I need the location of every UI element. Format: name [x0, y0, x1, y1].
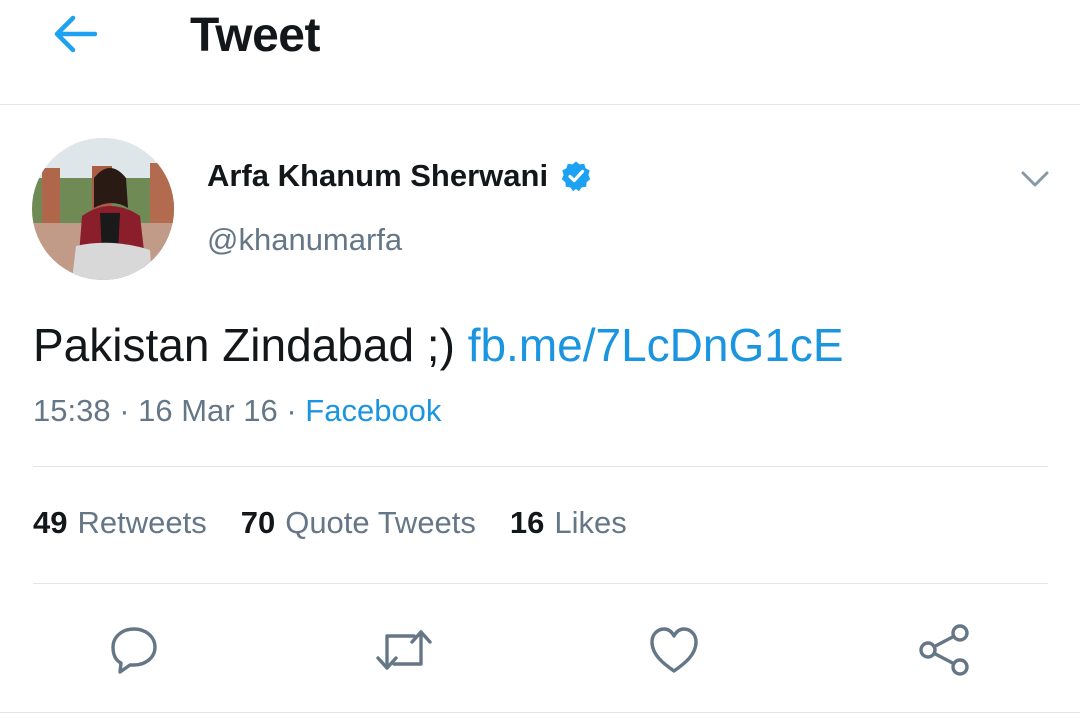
- likes-label: Likes: [554, 505, 627, 540]
- verified-badge-icon: [561, 161, 591, 192]
- quote-tweets-count: 70: [240, 505, 276, 540]
- likes-stat[interactable]: 16 Likes: [510, 505, 627, 541]
- like-icon: [650, 627, 698, 673]
- quote-tweets-label: Quote Tweets: [285, 505, 476, 540]
- retweet-icon: [376, 630, 432, 670]
- meta-separator: ·: [119, 393, 139, 428]
- header-bar: Tweet: [0, 0, 1080, 105]
- chevron-down-icon: [1021, 171, 1049, 187]
- author-handle[interactable]: @khanumarfa: [207, 222, 402, 258]
- arrow-left-icon: [54, 15, 97, 53]
- tweet-meta: 15:38 · 16 Mar 16 · Facebook: [33, 393, 441, 429]
- retweets-count: 49: [33, 505, 68, 540]
- quote-tweets-stat[interactable]: 70 Quote Tweets: [241, 505, 476, 541]
- share-button[interactable]: [914, 620, 974, 680]
- tweet-detail-page: Tweet Arfa Khanum Sherwani @khanumarfa P…: [0, 0, 1080, 719]
- author-name[interactable]: Arfa Khanum Sherwani: [207, 158, 592, 194]
- tweet-stats: 49 Retweets 70 Quote Tweets 16 Likes: [33, 505, 627, 541]
- page-title: Tweet: [190, 9, 320, 62]
- tweet-time: 15:38: [33, 393, 111, 428]
- meta-separator: ·: [286, 393, 306, 428]
- reply-icon: [111, 627, 157, 674]
- divider: [33, 583, 1048, 584]
- like-button[interactable]: [644, 620, 704, 680]
- retweets-label: Retweets: [77, 505, 207, 540]
- back-button[interactable]: [48, 10, 100, 58]
- tweet-source-link[interactable]: Facebook: [305, 393, 441, 428]
- tweet-menu-button[interactable]: [1016, 160, 1054, 198]
- likes-count: 16: [509, 505, 545, 540]
- reply-button[interactable]: [104, 620, 164, 680]
- author-name-text: Arfa Khanum Sherwani: [207, 158, 549, 193]
- bottom-divider: [0, 712, 1080, 713]
- avatar-photo: [32, 138, 174, 280]
- retweets-stat[interactable]: 49 Retweets: [33, 505, 207, 541]
- tweet-text: Pakistan Zindabad ;) fb.me/7LcDnG1cE: [33, 318, 844, 372]
- tweet-body: Pakistan Zindabad ;): [33, 319, 455, 371]
- tweet-link[interactable]: fb.me/7LcDnG1cE: [468, 319, 844, 371]
- tweet-date: 16 Mar 16: [138, 393, 278, 428]
- retweet-button[interactable]: [374, 620, 434, 680]
- share-icon: [919, 624, 969, 676]
- avatar[interactable]: [32, 138, 174, 280]
- divider: [33, 466, 1048, 467]
